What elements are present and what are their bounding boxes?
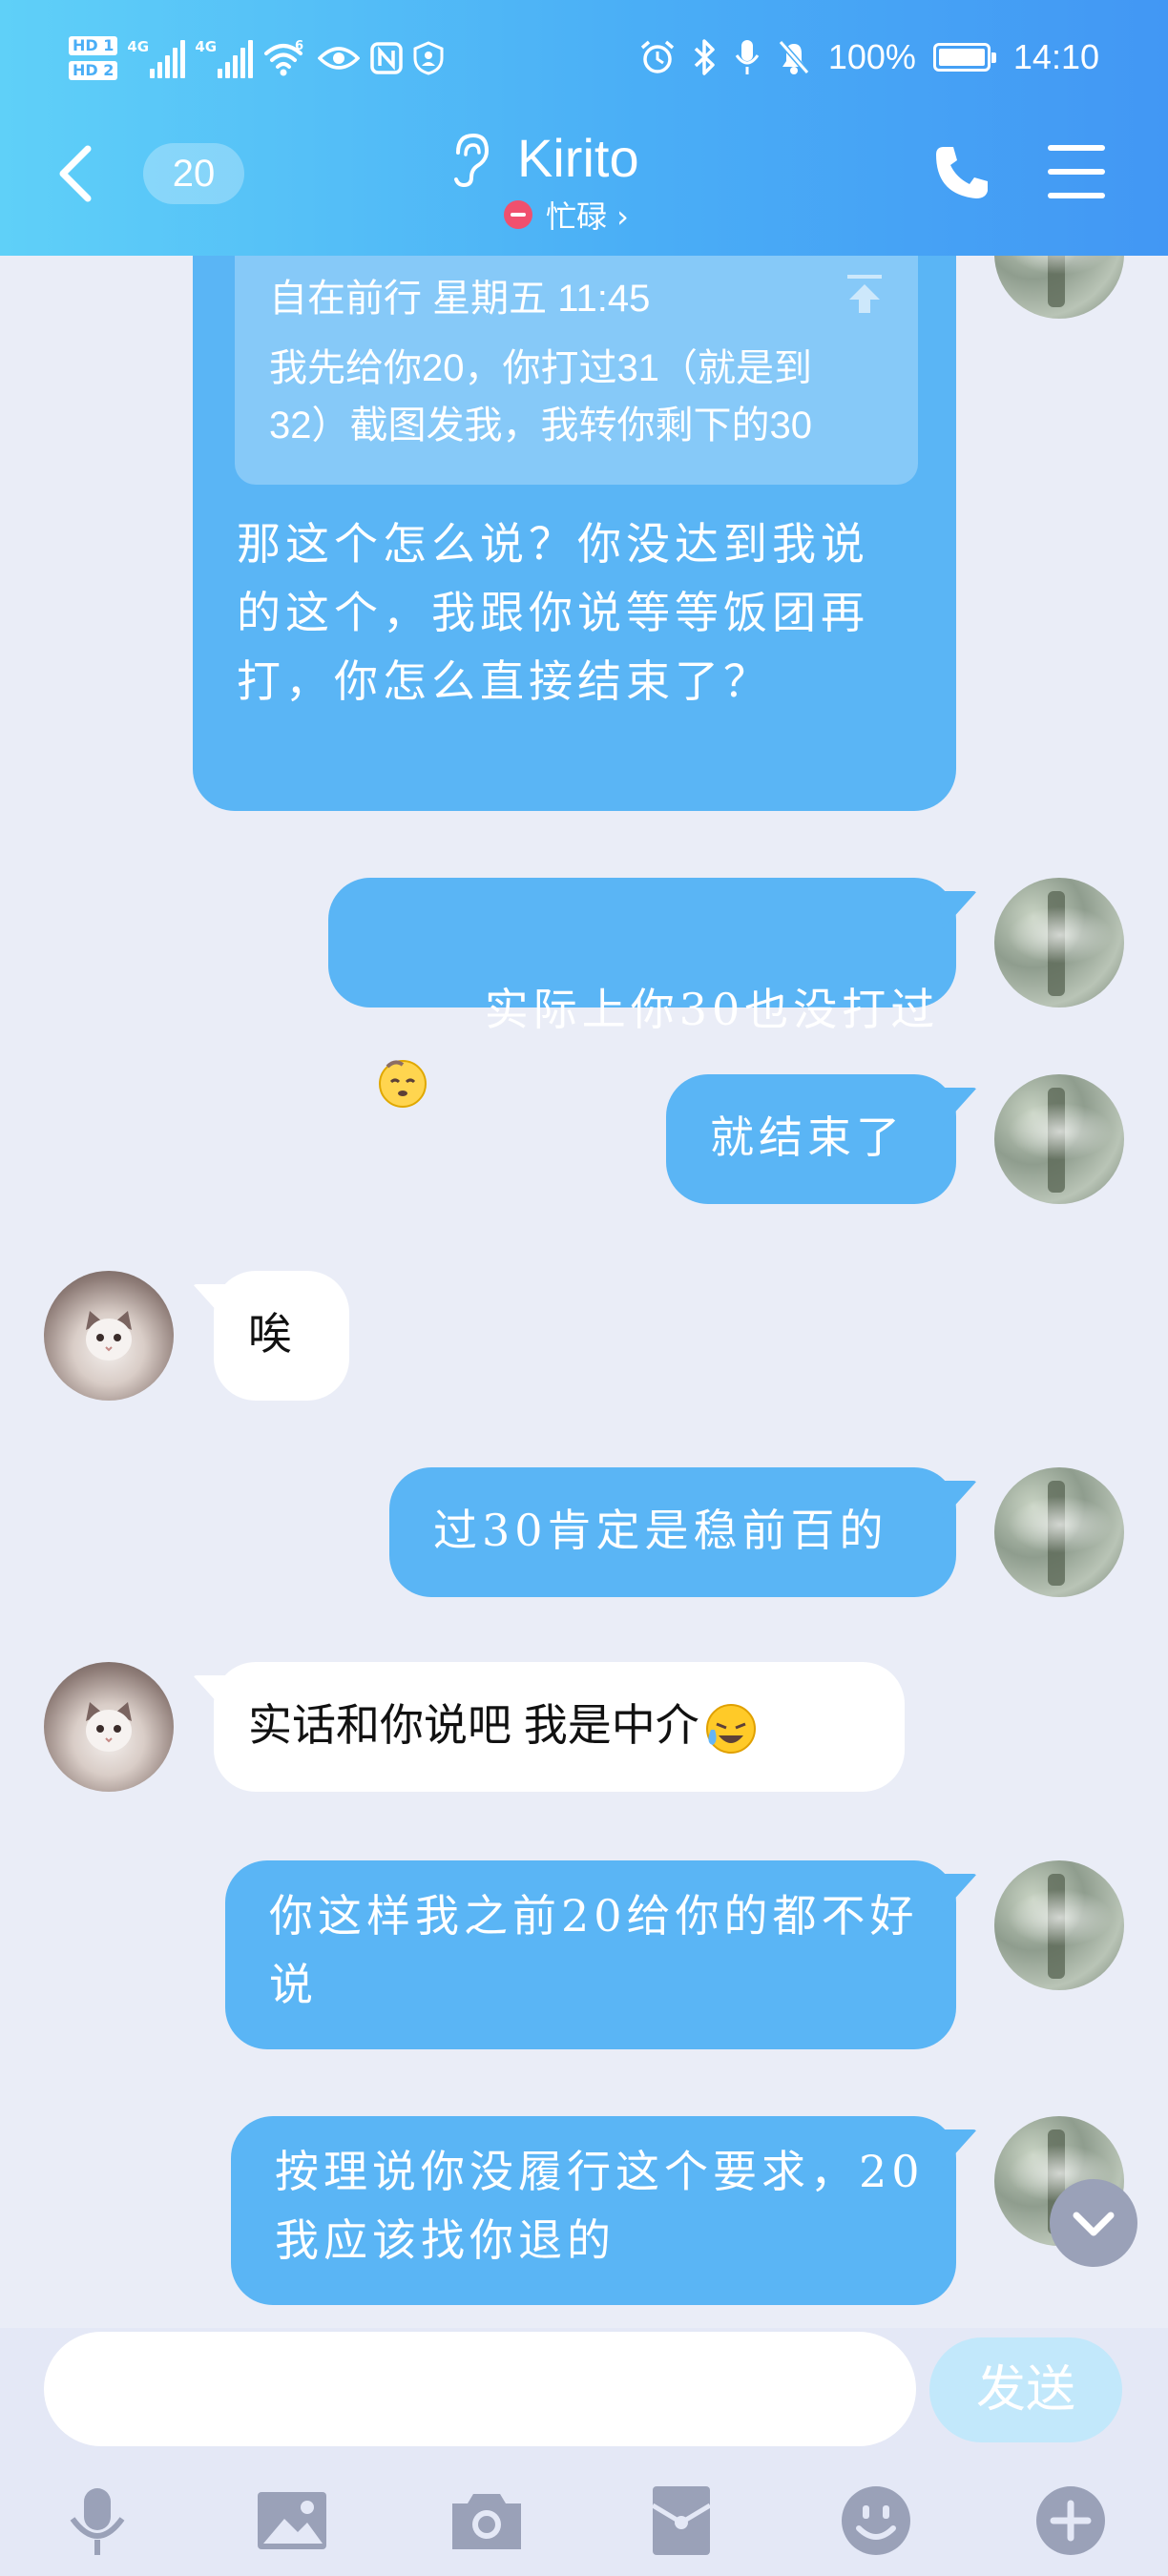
emoji-icon[interactable] <box>836 2481 916 2561</box>
chevron-down-icon <box>1073 2212 1115 2236</box>
status-bar-right: 100% 14:10 <box>639 29 1099 86</box>
message-text: 那这个怎么说？你没达到我说的这个，我跟你说等等饭团再打，你怎么直接结束了？ <box>237 518 869 707</box>
message-bubble[interactable]: 你这样我之前20给你的都不好说 <box>225 1860 977 2049</box>
presence-label: 忙碌 › <box>546 198 629 235</box>
network-type-2: 4G <box>195 38 218 55</box>
battery-icon <box>932 43 996 72</box>
sim1-label: HD 1 <box>69 36 118 55</box>
my-avatar[interactable] <box>994 1467 1124 1597</box>
plus-icon[interactable] <box>1031 2481 1111 2561</box>
menu-button[interactable] <box>1048 145 1105 198</box>
message-bubble[interactable]: 按理说你没履行这个要求，20我应该找你退的 <box>231 2116 977 2305</box>
wifi-icon: 6 <box>264 39 303 76</box>
cat-face-icon <box>86 1702 132 1752</box>
presence-status[interactable]: 忙碌 › <box>504 193 629 237</box>
red-packet-icon[interactable] <box>641 2481 721 2561</box>
hd-indicators: HD 1 HD 2 <box>69 36 118 80</box>
mic-icon <box>735 40 760 74</box>
phone-call-button[interactable] <box>930 141 993 204</box>
eye-icon <box>318 47 361 70</box>
earpiece-mode-icon[interactable] <box>448 132 490 189</box>
network-type-1: 4G <box>127 38 150 55</box>
shield-icon <box>413 41 444 75</box>
contact-avatar[interactable] <box>44 1662 174 1792</box>
message-text: 实话和你说吧 我是中介 <box>248 1700 699 1750</box>
signal-icon: 4G <box>195 38 254 78</box>
image-icon[interactable] <box>252 2481 332 2561</box>
message-text: 就结束了 <box>710 1111 905 1163</box>
mic-icon[interactable] <box>57 2481 137 2561</box>
message-text: 按理说你没履行这个要求，20我应该找你退的 <box>275 2146 925 2266</box>
chat-header: HD 1 HD 2 4G 4G 6 100% 14:10 20 Kirito 忙… <box>0 0 1168 256</box>
message-text: 过30肯定是稳前百的 <box>433 1505 888 1556</box>
my-avatar[interactable] <box>994 878 1124 1008</box>
message-bubble[interactable]: 就结束了 <box>666 1074 977 1204</box>
quote-text: 我先给你20，你打过31（就是到32）截图发我，我转你剩下的30 <box>269 347 812 447</box>
message-text: 唉 <box>248 1309 292 1359</box>
message-bubble[interactable]: 过30肯定是稳前百的 <box>389 1467 977 1597</box>
contact-name: Kirito <box>517 128 639 188</box>
crying-laughing-emoji <box>705 1703 756 1754</box>
status-bar-left: HD 1 HD 2 4G 4G 6 <box>69 25 444 92</box>
alarm-icon <box>640 40 674 73</box>
cat-face-icon <box>86 1311 132 1361</box>
sim2-label: HD 2 <box>69 61 118 80</box>
signal-icon: 4G <box>127 38 186 78</box>
my-avatar[interactable] <box>994 1860 1124 1990</box>
my-avatar[interactable] <box>994 1074 1124 1204</box>
quoted-message[interactable]: 自在前行 星期五 11:45 我先给你20，你打过31（就是到32）截图发我，我… <box>235 256 918 485</box>
busy-status-icon <box>504 200 532 229</box>
message-bubble[interactable]: 实话和你说吧 我是中介 <box>193 1662 905 1792</box>
quote-author-time: 自在前行 星期五 11:45 <box>269 278 651 320</box>
composer: 发送 <box>0 2328 1168 2576</box>
mute-icon <box>778 40 810 74</box>
smug-face-emoji <box>379 1060 427 1108</box>
nfc-icon <box>370 42 404 74</box>
camera-icon[interactable] <box>447 2481 527 2561</box>
scroll-to-bottom-button[interactable] <box>1050 2179 1137 2267</box>
message-list[interactable]: 自在前行 星期五 11:45 我先给你20，你打过31（就是到32）截图发我，我… <box>0 256 1168 2328</box>
menu-icon <box>1048 145 1105 151</box>
message-bubble[interactable]: 自在前行 星期五 11:45 我先给你20，你打过31（就是到32）截图发我，我… <box>193 256 956 811</box>
message-bubble[interactable]: 实际上你30也没打过 <box>328 878 977 1108</box>
contact-avatar[interactable] <box>44 1271 174 1401</box>
scroll-to-original-icon[interactable] <box>844 273 886 315</box>
back-button[interactable] <box>52 143 99 204</box>
message-text: 你这样我之前20给你的都不好说 <box>269 1890 919 2010</box>
bluetooth-icon <box>694 39 715 75</box>
my-avatar[interactable] <box>994 256 1124 319</box>
battery-percent: 100% <box>827 37 916 76</box>
message-text: 实际上你30也没打过 <box>484 984 940 1035</box>
message-bubble[interactable]: 唉 <box>193 1271 349 1401</box>
message-input[interactable] <box>44 2332 916 2446</box>
unread-count-badge[interactable]: 20 <box>143 143 244 204</box>
clock: 14:10 <box>1012 37 1099 76</box>
send-button[interactable]: 发送 <box>929 2337 1122 2442</box>
